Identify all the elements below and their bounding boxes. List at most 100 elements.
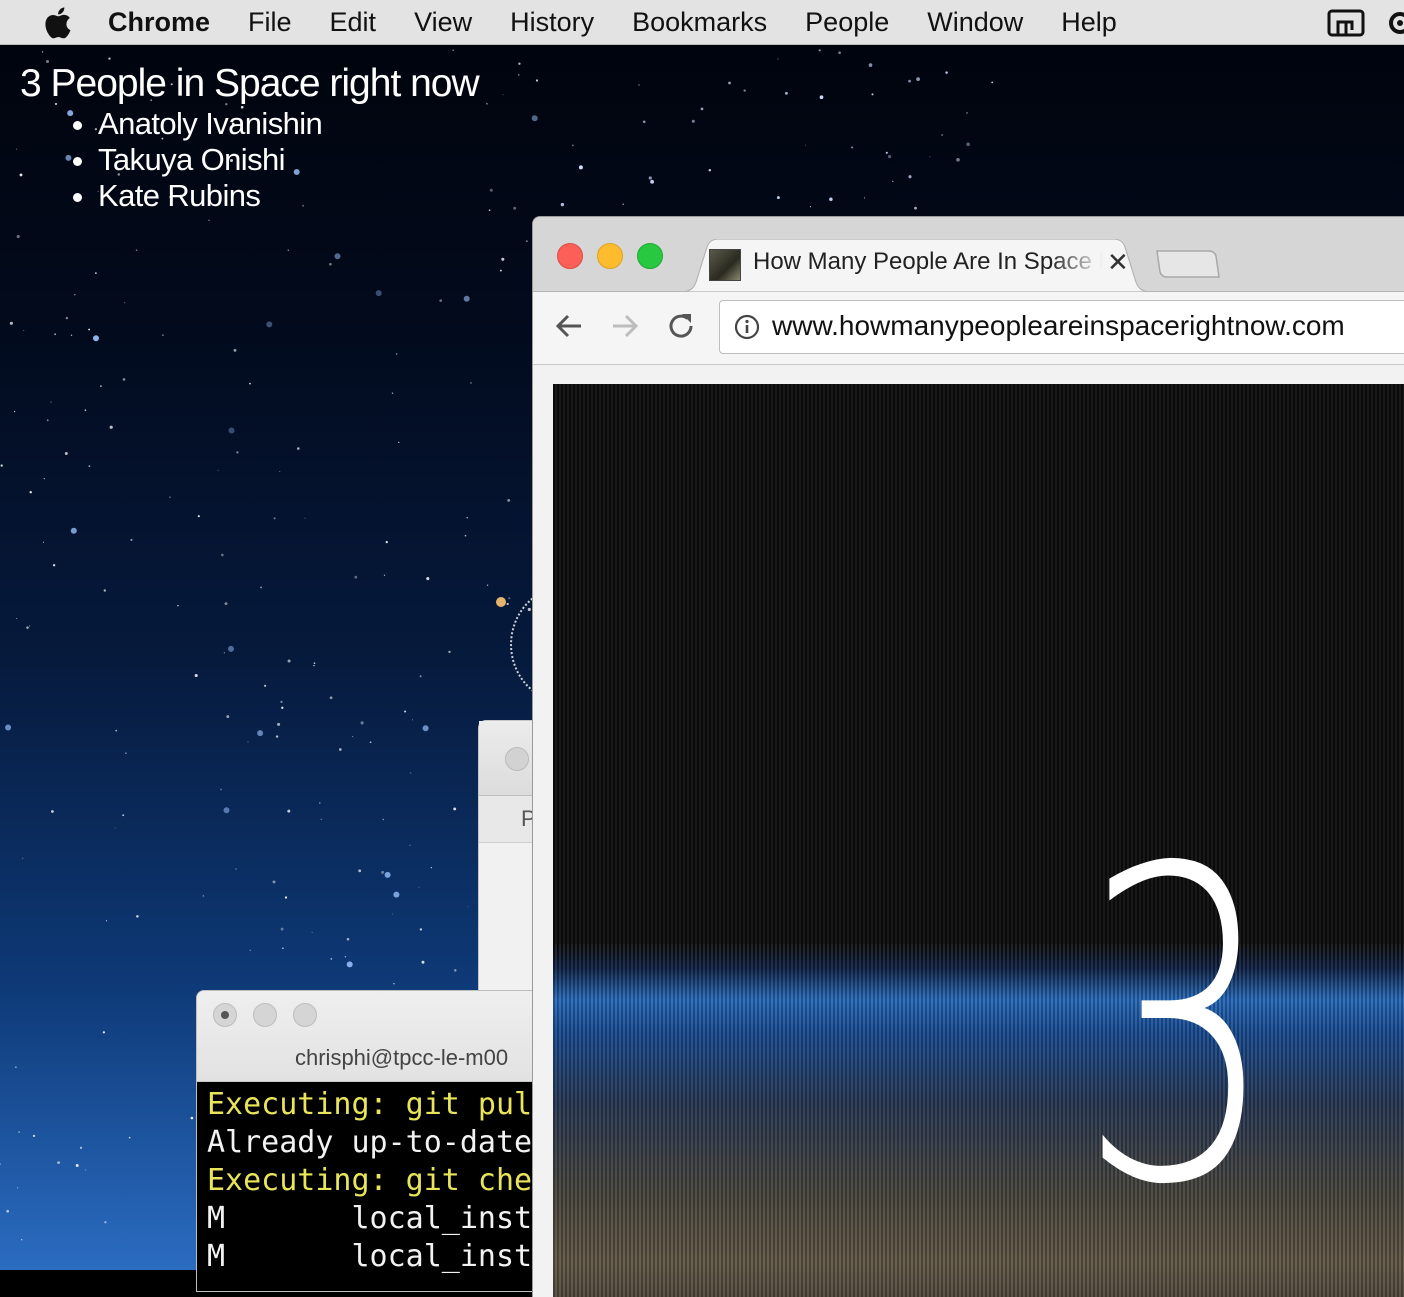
star [130,538,133,541]
star [313,662,316,665]
close-window-button[interactable] [557,243,583,269]
star [217,469,219,471]
menu-history[interactable]: History [510,7,594,38]
list-item: Anatoly Ivanishin [98,106,479,142]
tab-active[interactable]: How Many People Are In Space Right Now ✕ [681,239,1151,292]
close-tab-icon[interactable]: ✕ [1107,247,1129,278]
menu-bar: Chrome File Edit View History Bookmarks … [0,0,1404,45]
star [489,188,493,192]
star [5,724,12,731]
list-item: Takuya Onishi [98,142,479,178]
star [20,1238,23,1241]
star [88,328,90,331]
star [228,427,235,434]
menu-people[interactable]: People [805,7,889,38]
star [161,334,164,337]
star [430,867,432,869]
star [296,447,300,450]
star [421,960,425,964]
star [375,290,382,297]
minimize-window-button[interactable] [597,243,623,269]
star [439,299,443,302]
star [70,527,77,534]
star [108,57,111,60]
star [409,844,411,846]
star [197,515,200,518]
star [0,464,3,467]
star [358,869,362,873]
star [728,81,731,85]
background-window-button[interactable] [505,747,529,771]
star [381,870,385,874]
star [383,574,386,576]
star [452,49,455,52]
star [104,1220,107,1224]
overlay-title: 3 People in Space right now [20,62,480,105]
menu-edit[interactable]: Edit [330,7,377,38]
star [622,203,624,205]
terminal-zoom-button[interactable] [293,1003,317,1027]
star [777,58,779,60]
star [287,659,291,663]
star [809,206,812,208]
terminal-minimize-button[interactable] [253,1003,277,1027]
star [284,896,288,899]
star [46,419,49,422]
star [422,725,429,732]
star [486,103,488,105]
menu-file[interactable]: File [248,7,292,38]
star [513,206,517,210]
reload-icon[interactable] [665,310,697,342]
star [691,119,695,123]
star [18,1131,20,1133]
menu-bookmarks[interactable]: Bookmarks [632,7,767,38]
orbit-dot [496,597,506,607]
star [64,452,68,455]
star [54,333,56,336]
menu-window[interactable]: Window [927,7,1023,38]
star [226,715,230,719]
star [263,684,267,687]
star [419,675,422,678]
star [224,602,228,606]
url-text[interactable]: www.howmanypeopleareinspacerightnow.com [772,310,1345,342]
star [560,202,565,207]
star [463,295,470,302]
star [829,197,833,202]
menu-view[interactable]: View [414,7,472,38]
star [17,1187,19,1189]
new-tab-icon[interactable] [1155,249,1221,279]
star [103,589,107,592]
star [398,441,400,443]
star [220,553,224,557]
star [202,895,205,897]
star [282,947,284,950]
star [344,955,347,958]
star [864,197,866,199]
forward-icon[interactable] [609,310,641,342]
chrome-window[interactable]: How Many People Are In Space Right Now ✕… [532,216,1404,1297]
star [508,597,511,600]
zoom-window-button[interactable] [637,243,663,269]
terminal-close-button[interactable] [213,1003,237,1027]
star [43,477,45,480]
star [418,886,420,888]
star [114,827,116,829]
back-icon[interactable] [553,310,585,342]
star [404,710,407,713]
airplay-icon[interactable] [1326,8,1366,38]
apple-icon[interactable] [42,7,72,39]
address-bar[interactable]: www.howmanypeopleareinspacerightnow.com [719,300,1404,354]
star [776,196,780,200]
star [572,144,574,147]
info-icon[interactable] [734,314,760,340]
menu-app-name[interactable]: Chrome [108,7,210,38]
star [29,491,32,494]
settings-icon[interactable] [1386,8,1404,38]
star [52,564,56,567]
star [43,541,44,543]
star [393,891,400,898]
menu-help[interactable]: Help [1061,7,1117,38]
star [228,645,234,652]
star [784,91,788,95]
